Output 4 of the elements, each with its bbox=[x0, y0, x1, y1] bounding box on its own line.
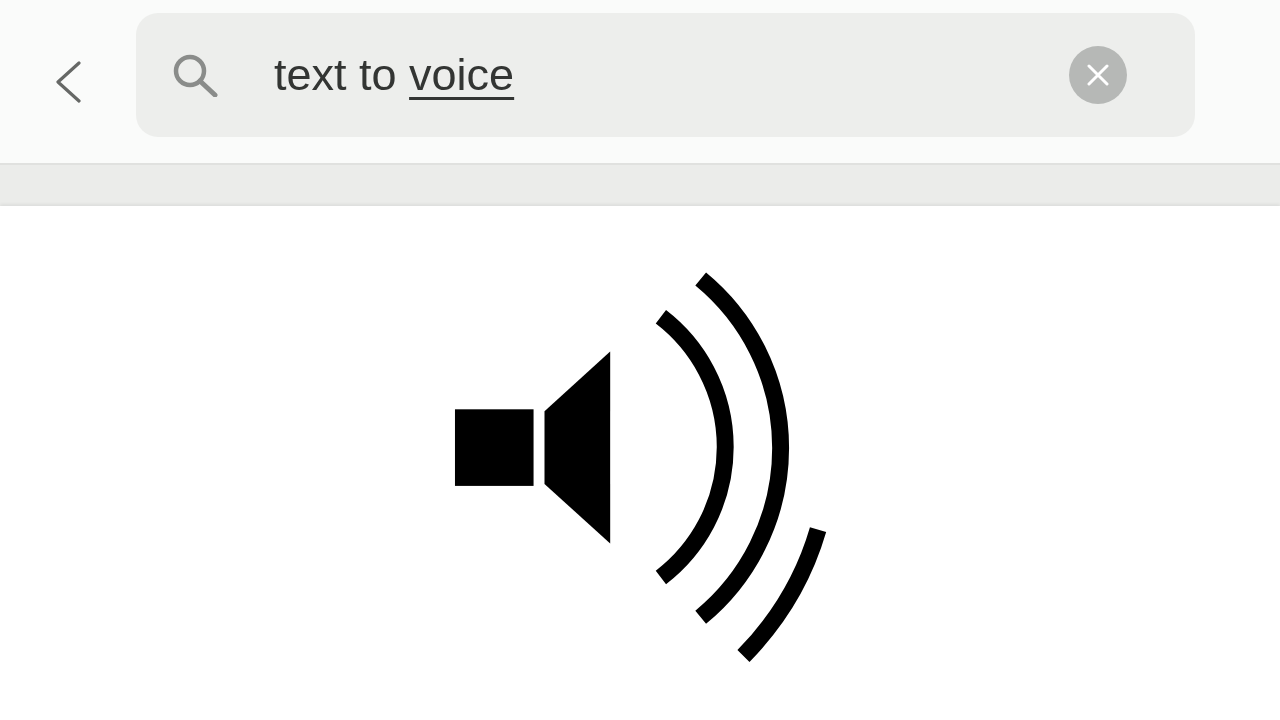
chevron-left-icon bbox=[54, 60, 82, 103]
search-field[interactable]: text to voice bbox=[136, 12, 1195, 137]
search-icon bbox=[172, 52, 218, 97]
close-icon bbox=[1087, 63, 1109, 86]
